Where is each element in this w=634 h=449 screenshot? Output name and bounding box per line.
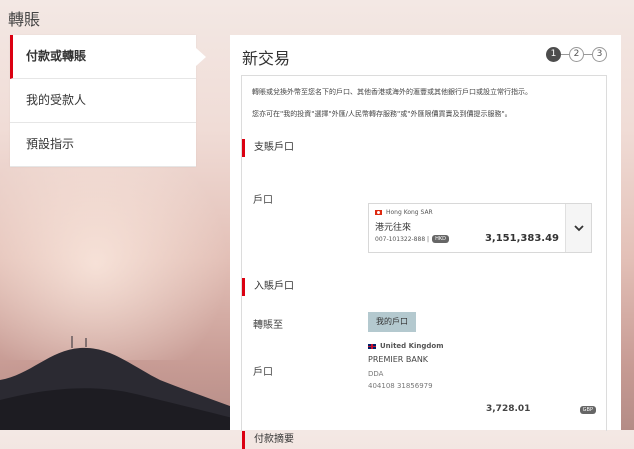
chevron-down-icon <box>573 224 584 231</box>
to-account-label: 戶口 <box>253 367 273 378</box>
transaction-form: 轉賬或兌換外幣至您名下的戶口、其他香港或海外的滙豐或其他銀行戶口或設立常行指示。… <box>241 75 607 449</box>
payee-country-row: United Kingdom <box>368 342 598 350</box>
main-panel: 新交易 1 2 3 轉賬或兌換外幣至您名下的戶口、其他香港或海外的滙豐或其他銀行… <box>230 35 621 449</box>
step-connector <box>584 54 592 55</box>
sidebar: 付款或轉賬 我的受款人 預設指示 <box>10 35 206 167</box>
from-account-select[interactable]: Hong Kong SAR 港元往來 007-101322-888 | HKD … <box>368 203 592 253</box>
account-region-label: Hong Kong SAR <box>386 209 433 216</box>
page-title: 轉賬 <box>8 10 41 29</box>
uk-flag-icon <box>368 343 376 349</box>
my-accounts-button[interactable]: 我的戶口 <box>368 312 416 332</box>
investment-note: 您亦可在"我的投資"選擇"外匯/人民幣轉存服務"或"外匯限價買賣及到價提示服務"… <box>252 110 512 118</box>
payee-account-number: 404108 31856979 <box>368 382 433 390</box>
sidebar-item-my-payees[interactable]: 我的受款人 <box>10 79 196 123</box>
account-name: 港元往來 <box>375 223 412 233</box>
sidebar-item-pay-or-transfer[interactable]: 付款或轉賬 <box>10 35 206 79</box>
from-account-label: 戶口 <box>253 195 273 206</box>
dropdown-toggle[interactable] <box>565 204 591 252</box>
payee-bank: PREMIER BANK <box>368 355 429 364</box>
intro-note: 轉賬或兌換外幣至您名下的戶口、其他香港或海外的滙豐或其他銀行戶口或設立常行指示。 <box>252 88 532 96</box>
currency-badge: HKD <box>432 235 449 243</box>
payment-summary-heading: 付款摘要 <box>242 431 294 449</box>
from-account-heading: 支賬戶口 <box>242 139 294 157</box>
account-number-row: 007-101322-888 | HKD <box>375 235 449 243</box>
payee-currency-badge: GBP <box>579 406 596 414</box>
payee-balance: 3,728.01 <box>486 404 531 414</box>
account-balance: 3,151,383.49 <box>484 233 559 244</box>
payee-country: United Kingdom <box>380 342 444 350</box>
payee-account-type: DDA <box>368 370 384 378</box>
account-region: Hong Kong SAR <box>375 209 433 216</box>
to-account-heading: 入賬戶口 <box>242 278 294 296</box>
hk-flag-icon <box>375 210 382 215</box>
step-indicator: 1 2 3 <box>546 47 607 62</box>
step-3: 3 <box>592 47 607 62</box>
background-mountain-image <box>0 336 240 430</box>
step-2: 2 <box>569 47 584 62</box>
step-connector <box>561 54 569 55</box>
panel-title: 新交易 <box>242 49 291 68</box>
transfer-to-label: 轉賬至 <box>253 320 283 331</box>
sidebar-item-standing-instructions[interactable]: 預設指示 <box>10 123 196 167</box>
payee-account[interactable]: United Kingdom PREMIER BANK DDA 404108 3… <box>368 342 598 414</box>
step-1: 1 <box>546 47 561 62</box>
account-number: 007-101322-888 | <box>375 235 430 243</box>
